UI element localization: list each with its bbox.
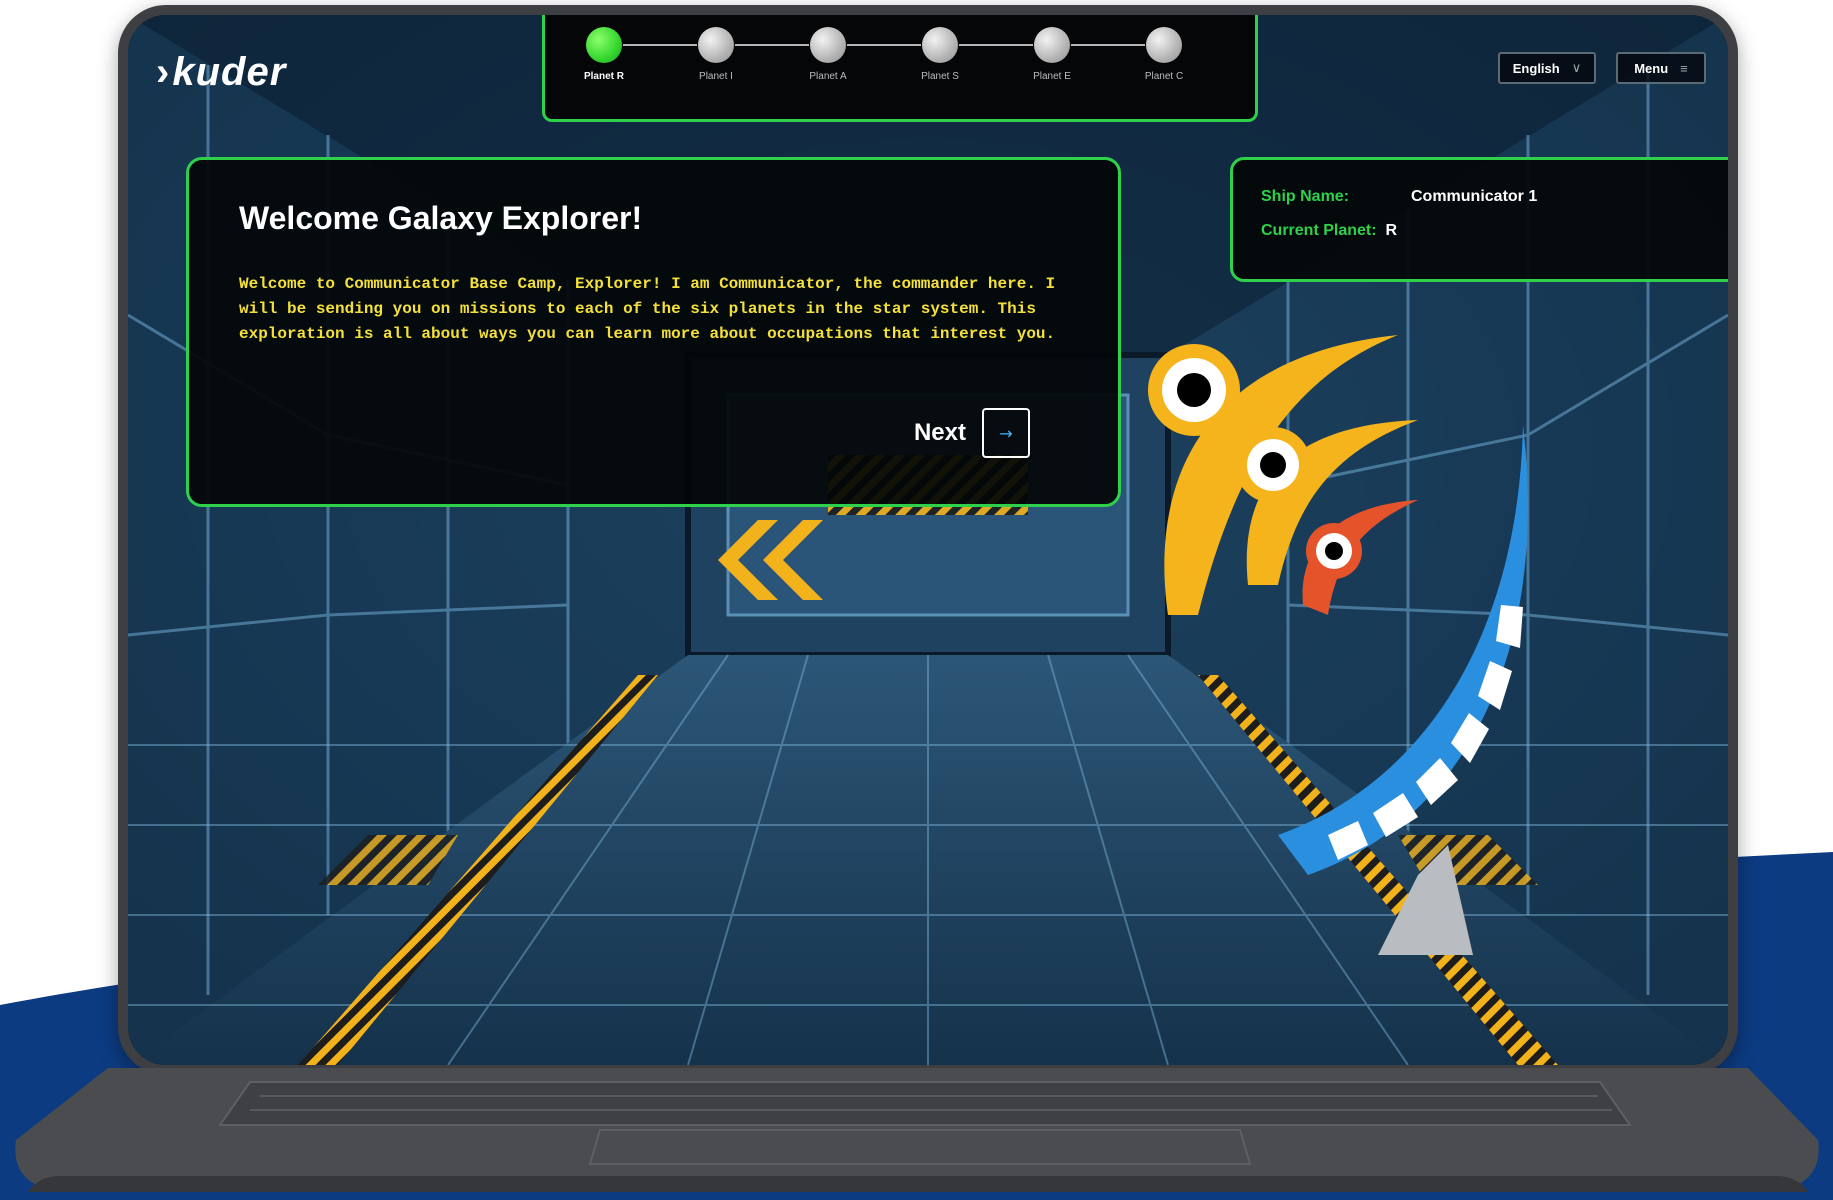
progress-step-planet-i[interactable]: Planet I [661,27,771,82]
arrow-right-icon[interactable]: → [982,408,1030,458]
progress-step-planet-a[interactable]: Planet A [773,27,883,82]
menu-label: Menu [1634,60,1669,76]
planet-indicator-icon [1034,27,1070,63]
brand-name: kuder [172,50,287,94]
language-label: English [1512,60,1560,76]
next-label: Next [913,419,966,446]
progress-step-planet-r[interactable]: Planet R [549,27,659,82]
progress-step-label: Planet C [1144,71,1184,82]
progress-step-label: Planet R [583,71,624,82]
game-screen: ›kuder Planet R Planet I Planet A Planet… [128,15,1728,1065]
current-planet-value: R [1385,222,1398,239]
hamburger-icon: ≡ [1680,60,1688,76]
ship-name-label: Ship Name: [1261,188,1350,205]
progress-step-planet-e[interactable]: Planet E [997,27,1107,82]
progress-step-label: Planet A [809,71,847,82]
ship-name-value: Communicator 1 [1411,188,1538,205]
progress-step-label: Planet S [921,71,959,82]
progress-step-label: Planet I [699,71,733,82]
progress-step-label: Planet E [1033,71,1071,82]
planet-progress-bar: Planet R Planet I Planet A Planet S Plan… [542,15,1258,122]
dialog-body: Welcome to Communicator Base Camp, Explo… [239,275,1056,343]
progress-step-planet-s[interactable]: Planet S [885,27,995,82]
planet-indicator-icon [586,27,622,63]
planet-indicator-icon [810,27,846,63]
ship-info-panel: Ship Name: Communicator 1 Current Planet:… [1230,157,1728,282]
planet-indicator-icon [1146,27,1182,63]
communicator-character [1148,335,1528,955]
next-button[interactable]: Next → [914,408,1030,458]
menu-button[interactable]: Menu ≡ [1616,52,1706,84]
planet-indicator-icon [922,27,958,63]
language-select[interactable]: English ∨ [1498,52,1596,84]
kuder-logo[interactable]: ›kuder [156,50,286,95]
current-planet-label: Current Planet: [1261,222,1377,239]
planet-indicator-icon [698,27,734,63]
chevron-down-icon: ∨ [1571,60,1582,75]
progress-step-planet-c[interactable]: Planet C [1109,27,1219,82]
dialog-title: Welcome Galaxy Explorer! [239,200,643,236]
welcome-dialog: Welcome Galaxy Explorer! Welcome to Comm… [186,157,1121,507]
